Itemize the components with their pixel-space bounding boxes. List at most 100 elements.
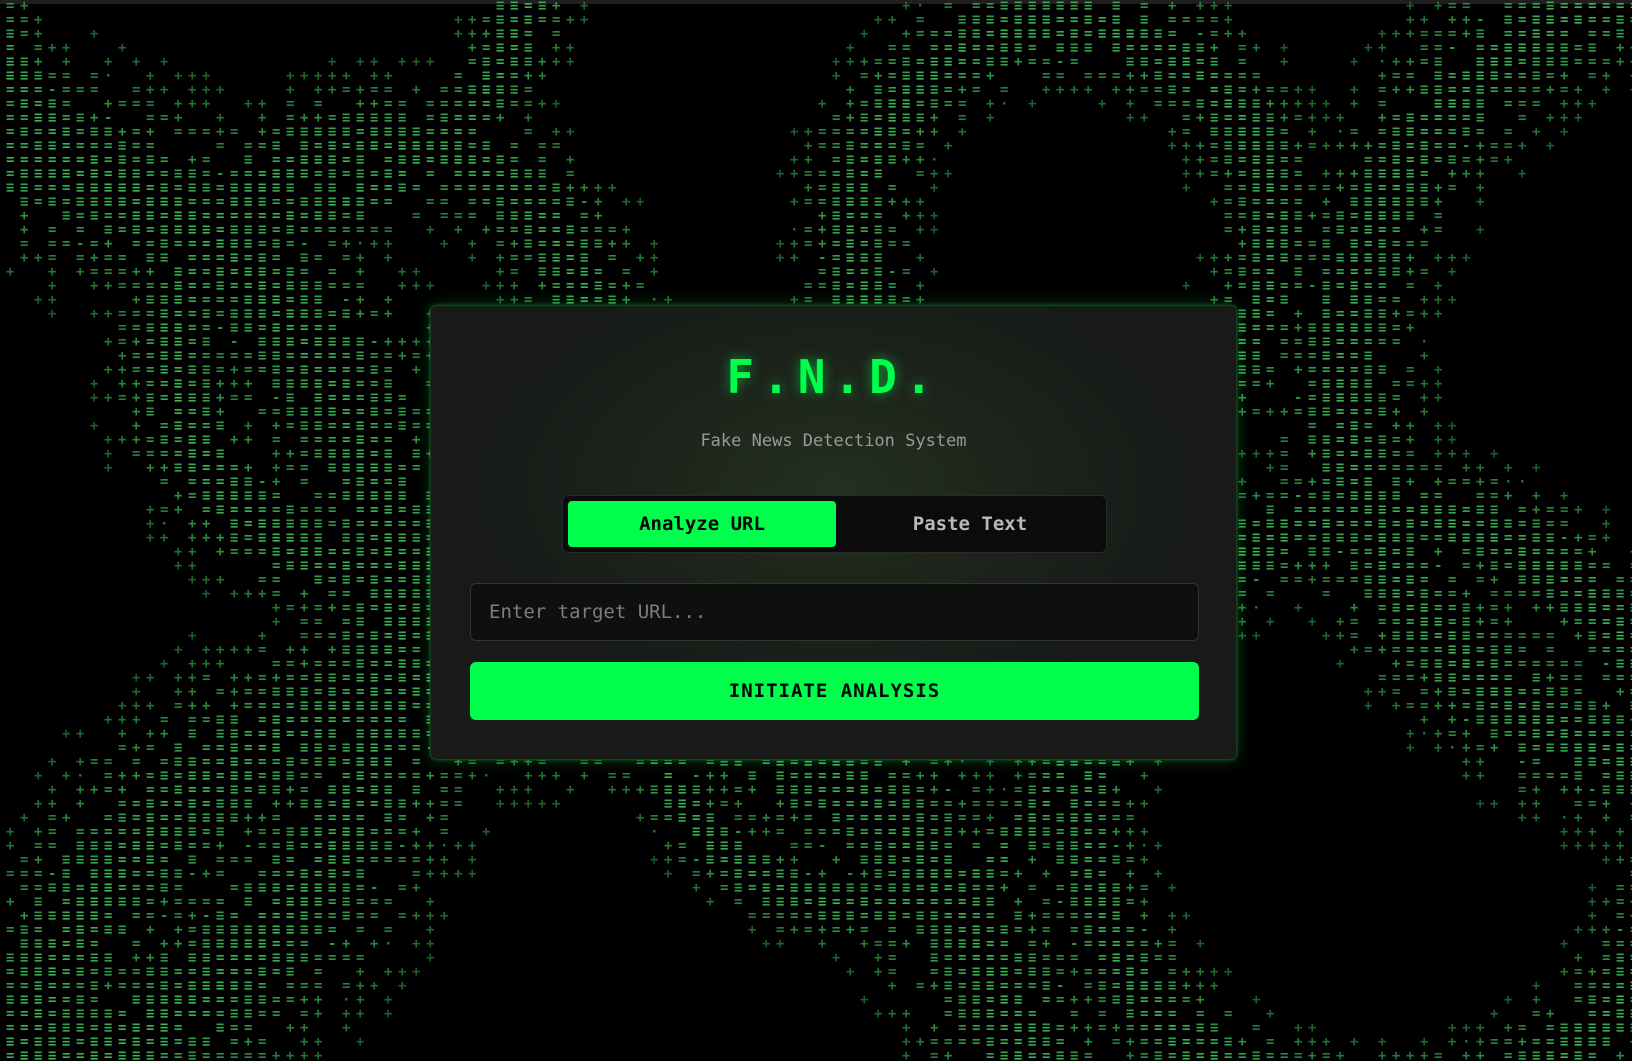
svg-text:=: = — [930, 1048, 938, 1061]
svg-text:-: - — [160, 908, 168, 924]
svg-text:·: · — [104, 68, 112, 84]
svg-text:=: = — [1518, 110, 1526, 126]
svg-text:·: · — [1448, 740, 1456, 756]
svg-text:+: + — [230, 642, 238, 658]
svg-text:+: + — [1462, 1048, 1470, 1061]
tab-paste-text[interactable]: Paste Text — [836, 501, 1104, 547]
svg-text:≡: ≡ — [692, 824, 700, 840]
svg-text:+: + — [34, 292, 42, 308]
svg-text:+: + — [1336, 1048, 1344, 1061]
svg-text:+: + — [454, 222, 462, 238]
svg-text:+: + — [636, 250, 644, 266]
svg-text:=: = — [258, 642, 266, 658]
svg-text:+: + — [1196, 250, 1204, 266]
svg-text:+: + — [104, 460, 112, 476]
svg-text:=: = — [1266, 586, 1274, 602]
svg-text:+: + — [1476, 768, 1484, 784]
svg-text:=: = — [1378, 460, 1386, 476]
svg-text:=: = — [258, 1048, 266, 1061]
svg-text:+: + — [1518, 138, 1526, 154]
initiate-analysis-button[interactable]: INITIATE ANALYSIS — [470, 662, 1199, 720]
svg-text:+: + — [902, 0, 910, 14]
svg-text:+: + — [832, 68, 840, 84]
svg-text:+: + — [930, 180, 938, 196]
svg-text:+: + — [244, 96, 252, 112]
svg-text:=: = — [1084, 936, 1092, 952]
svg-text:+: + — [62, 726, 70, 742]
svg-text:+: + — [1560, 936, 1568, 952]
svg-text:=: = — [230, 880, 238, 896]
svg-text:+: + — [776, 166, 784, 182]
svg-text:+: + — [566, 54, 574, 70]
svg-text:+: + — [860, 992, 868, 1008]
svg-text:=: = — [118, 96, 126, 112]
svg-text:+: + — [846, 964, 854, 980]
svg-text:+: + — [1042, 82, 1050, 98]
svg-text:=: = — [440, 208, 448, 224]
svg-text:+: + — [1336, 138, 1344, 154]
svg-text:+: + — [104, 362, 112, 378]
svg-text:≡: ≡ — [300, 796, 308, 812]
svg-text:+: + — [790, 194, 798, 210]
svg-text:+: + — [608, 782, 616, 798]
svg-text:=: = — [300, 474, 308, 490]
svg-text:+: + — [1196, 166, 1204, 182]
svg-text:=: = — [412, 698, 420, 714]
svg-text:+: + — [468, 768, 476, 784]
svg-text:=: = — [104, 1048, 112, 1061]
svg-text:≡: ≡ — [188, 726, 196, 742]
svg-text:+: + — [412, 796, 420, 812]
svg-text:+: + — [1518, 810, 1526, 826]
svg-text:+: + — [1308, 614, 1316, 630]
svg-text:=: = — [1294, 530, 1302, 546]
svg-text:=: = — [370, 306, 378, 322]
svg-text:+: + — [566, 12, 574, 28]
svg-text:+: + — [888, 194, 896, 210]
tab-analyze-url[interactable]: Analyze URL — [568, 501, 836, 547]
svg-text:+: + — [412, 278, 420, 294]
svg-text:+: + — [1322, 138, 1330, 154]
svg-text:+: + — [482, 824, 490, 840]
svg-text:≡: ≡ — [300, 950, 308, 966]
svg-text:≡: ≡ — [300, 166, 308, 182]
svg-text:+: + — [1084, 992, 1092, 1008]
svg-text:+: + — [1546, 110, 1554, 126]
svg-text:=: = — [370, 908, 378, 924]
svg-text:+: + — [356, 54, 364, 70]
svg-text:+: + — [944, 138, 952, 154]
svg-text:=: = — [62, 1048, 70, 1061]
url-input[interactable] — [470, 583, 1199, 641]
svg-text:·: · — [482, 768, 490, 784]
svg-text:=: = — [902, 908, 910, 924]
svg-text:≡: ≡ — [1546, 1048, 1554, 1061]
svg-text:+: + — [1476, 796, 1484, 812]
svg-text:=: = — [398, 768, 406, 784]
svg-text:+: + — [496, 796, 504, 812]
svg-text:+: + — [398, 348, 406, 364]
svg-text:=: = — [1308, 138, 1316, 154]
svg-text:≡: ≡ — [90, 1048, 98, 1061]
svg-text:+: + — [1616, 852, 1624, 868]
svg-text:+: + — [384, 1006, 392, 1022]
svg-text:+: + — [370, 936, 378, 952]
svg-text:+: + — [1238, 446, 1246, 462]
svg-text:+: + — [468, 250, 476, 266]
svg-text:+: + — [1154, 838, 1162, 854]
svg-text:+: + — [496, 110, 504, 126]
svg-text:=: = — [160, 390, 168, 406]
svg-text:+: + — [1070, 82, 1078, 98]
svg-text:-: - — [1308, 278, 1316, 294]
svg-text:≡: ≡ — [132, 992, 140, 1008]
svg-text:=: = — [6, 1048, 14, 1061]
svg-text:+: + — [1406, 740, 1414, 756]
svg-text:+: + — [860, 936, 868, 952]
svg-text:=: = — [944, 96, 952, 112]
svg-text:+: + — [90, 782, 98, 798]
svg-text:=: = — [398, 880, 406, 896]
svg-text:=: = — [1112, 1034, 1120, 1050]
svg-text:≡: ≡ — [20, 1048, 28, 1061]
svg-text:+: + — [1546, 82, 1554, 98]
svg-text:+: + — [1448, 446, 1456, 462]
svg-text:=: = — [748, 880, 756, 896]
svg-text:≡: ≡ — [1448, 530, 1456, 546]
